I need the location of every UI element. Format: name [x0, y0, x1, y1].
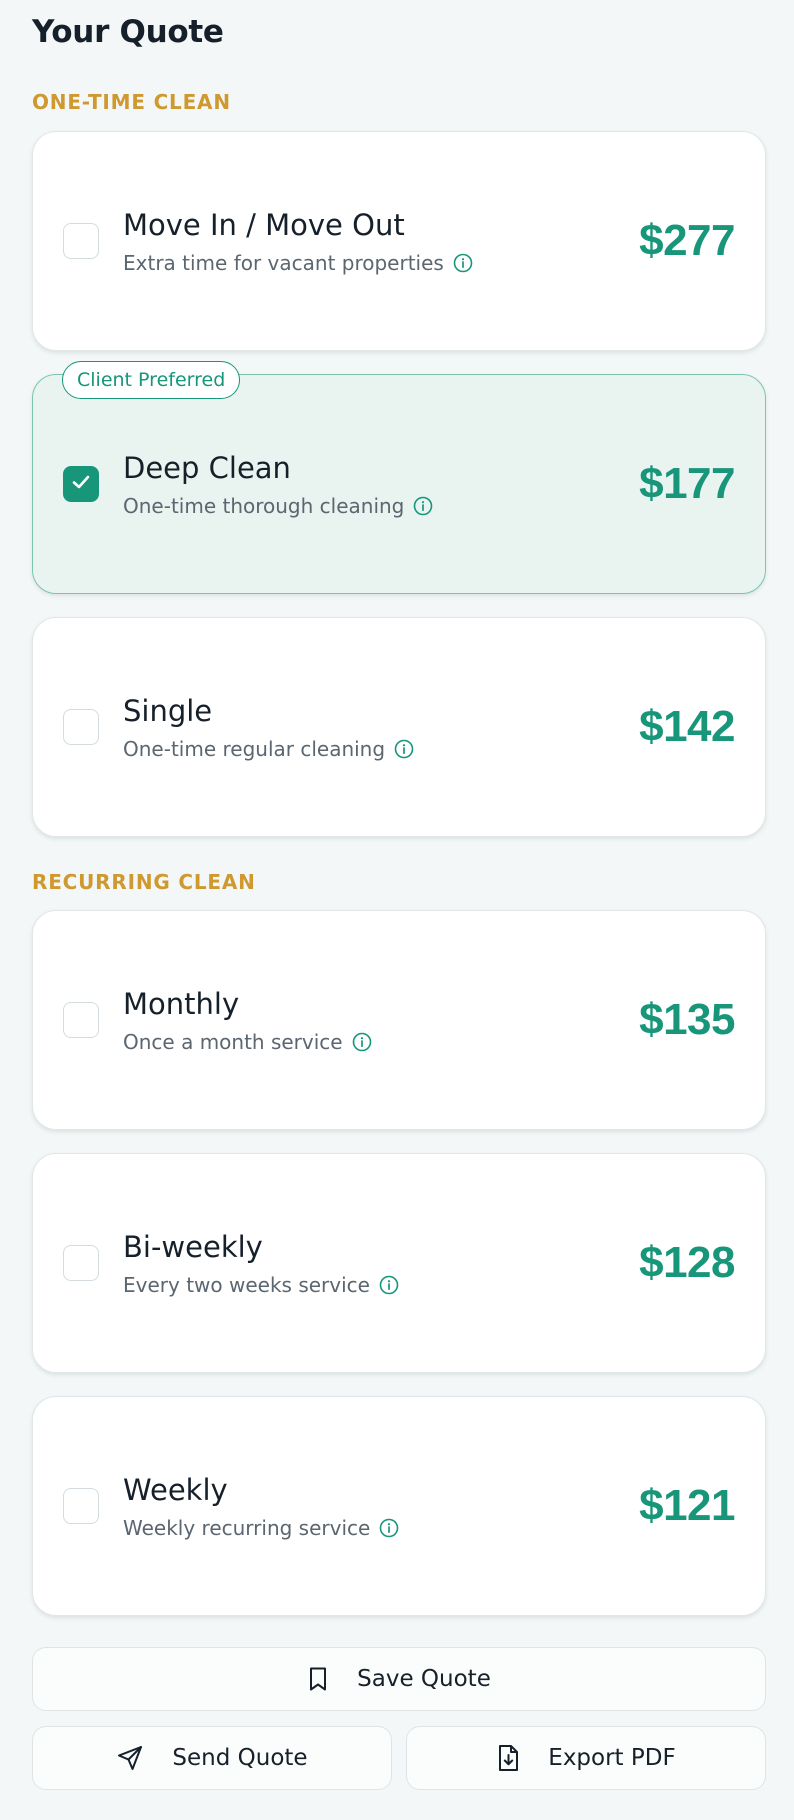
info-icon[interactable]	[379, 1518, 399, 1538]
option-price: $128	[639, 1238, 735, 1287]
option-title: Monthly	[123, 987, 240, 1021]
option-subtitle: Weekly recurring service	[123, 1516, 371, 1540]
quote-option-bi-weekly[interactable]: Bi-weekly Every two weeks service $128	[32, 1153, 766, 1373]
file-download-icon	[496, 1744, 520, 1772]
page-title: Your Quote	[32, 14, 224, 50]
quote-option-deep-clean[interactable]: Deep Clean One-time thorough cleaning $1…	[32, 374, 766, 594]
option-checkbox[interactable]	[63, 1245, 99, 1281]
option-text: Deep Clean One-time thorough cleaning	[123, 450, 639, 518]
export-pdf-label: Export PDF	[548, 1745, 676, 1771]
option-checkbox[interactable]	[63, 466, 99, 502]
quote-option-monthly[interactable]: Monthly Once a month service $135	[32, 910, 766, 1130]
option-checkbox[interactable]	[63, 223, 99, 259]
option-title: Single	[123, 694, 213, 728]
option-subtitle-row: One-time regular cleaning	[123, 737, 639, 761]
option-subtitle: One-time regular cleaning	[123, 737, 386, 761]
option-title: Weekly	[123, 1473, 228, 1507]
save-quote-button[interactable]: Save Quote	[32, 1647, 766, 1711]
option-text: Single One-time regular cleaning	[123, 693, 639, 761]
option-checkbox[interactable]	[63, 709, 99, 745]
option-title: Move In / Move Out	[123, 208, 405, 242]
option-subtitle: Once a month service	[123, 1030, 343, 1054]
section-label-one-time: ONE-TIME CLEAN	[32, 90, 231, 114]
option-subtitle: Extra time for vacant properties	[123, 251, 444, 275]
option-subtitle-row: Weekly recurring service	[123, 1516, 639, 1540]
info-icon[interactable]	[379, 1275, 399, 1295]
option-text: Weekly Weekly recurring service	[123, 1472, 639, 1540]
option-subtitle: One-time thorough cleaning	[123, 494, 405, 518]
option-checkbox[interactable]	[63, 1488, 99, 1524]
option-price: $142	[639, 702, 735, 751]
option-text: Move In / Move Out Extra time for vacant…	[123, 207, 639, 275]
export-pdf-button[interactable]: Export PDF	[406, 1726, 766, 1790]
section-label-recurring: RECURRING CLEAN	[32, 870, 256, 894]
check-icon	[70, 471, 92, 497]
quote-option-move-in-out[interactable]: Move In / Move Out Extra time for vacant…	[32, 131, 766, 351]
option-text: Bi-weekly Every two weeks service	[123, 1229, 639, 1297]
option-subtitle-row: One-time thorough cleaning	[123, 494, 639, 518]
quote-option-single[interactable]: Single One-time regular cleaning $142	[32, 617, 766, 837]
option-subtitle-row: Every two weeks service	[123, 1273, 639, 1297]
info-icon[interactable]	[453, 253, 473, 273]
option-title: Deep Clean	[123, 451, 291, 485]
option-title: Bi-weekly	[123, 1230, 263, 1264]
info-icon[interactable]	[352, 1032, 372, 1052]
option-price: $177	[639, 459, 735, 508]
option-subtitle-row: Extra time for vacant properties	[123, 251, 639, 275]
option-price: $277	[639, 216, 735, 265]
save-quote-label: Save Quote	[357, 1666, 491, 1692]
info-icon[interactable]	[394, 739, 414, 759]
option-price: $135	[639, 995, 735, 1044]
bookmark-icon	[307, 1666, 329, 1692]
quote-page: Your Quote ONE-TIME CLEAN Move In / Move…	[0, 0, 794, 1820]
option-price: $121	[639, 1481, 735, 1530]
option-checkbox[interactable]	[63, 1002, 99, 1038]
send-quote-label: Send Quote	[172, 1745, 308, 1771]
option-text: Monthly Once a month service	[123, 986, 639, 1054]
quote-option-weekly[interactable]: Weekly Weekly recurring service $121	[32, 1396, 766, 1616]
option-subtitle-row: Once a month service	[123, 1030, 639, 1054]
send-icon	[116, 1744, 144, 1772]
client-preferred-badge: Client Preferred	[62, 361, 241, 399]
send-quote-button[interactable]: Send Quote	[32, 1726, 392, 1790]
info-icon[interactable]	[413, 496, 433, 516]
option-subtitle: Every two weeks service	[123, 1273, 370, 1297]
